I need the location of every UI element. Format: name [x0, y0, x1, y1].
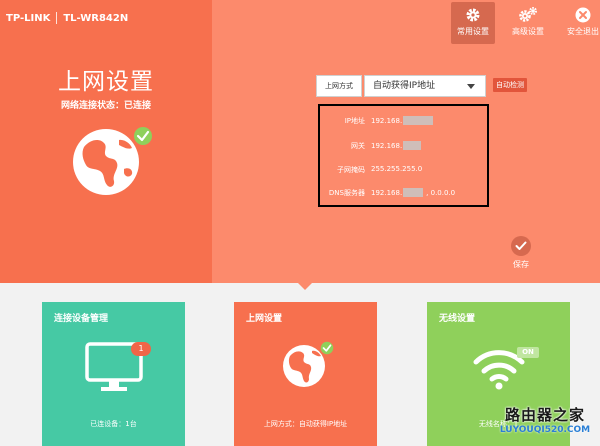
nav-label: 安全退出 [567, 27, 599, 36]
tp-link-logo: TP-LINK [6, 12, 51, 24]
gateway-value: 192.168. [371, 141, 422, 150]
subnet-mask-label: 子网掩码 [337, 166, 365, 174]
nav-common-settings[interactable]: 常用设置 [451, 2, 495, 44]
save-label: 保存 [513, 260, 529, 269]
check-icon [511, 236, 531, 256]
card-device-management[interactable]: 连接设备管理 1 已连设备：1台 [42, 302, 185, 446]
dns-server-row: DNS服务器 192.168., 0.0.0.0 [320, 188, 487, 200]
card-footer: 已连设备：1台 [90, 420, 137, 428]
gear-icon [466, 8, 480, 22]
gears-icon [519, 7, 537, 22]
card-internet-settings[interactable]: 上网设置 上网方式：自动获得IP地址 [234, 302, 377, 446]
auto-detect-button[interactable]: 自动检测 [493, 78, 527, 92]
subnet-mask-value: 255.255.255.0 [371, 165, 423, 173]
ip-info-box: IP地址 192.168. 网关 192.168. 子网掩码 255.255.2… [318, 104, 489, 207]
connection-method-label: 上网方式 [316, 75, 362, 97]
nav-label: 常用设置 [457, 27, 489, 36]
dns-server-value: 192.168., 0.0.0.0 [371, 188, 456, 197]
ip-address-value: 192.168. [371, 116, 434, 125]
chevron-down-icon [467, 84, 475, 89]
connection-status: 网络连接状态：已连接 [60, 101, 151, 111]
nav-advanced-settings[interactable]: 高级设置 [506, 2, 550, 44]
page-title: 上网设置 [58, 69, 154, 95]
card-title: 上网设置 [246, 314, 283, 324]
globe-icon [283, 340, 335, 387]
card-footer: 上网方式：自动获得IP地址 [263, 420, 348, 428]
brand-divider [56, 12, 58, 24]
left-status-panel: TP-LINK TL-WR842N 上网设置 网络连接状态：已连接 [0, 0, 212, 283]
connection-method-select[interactable]: 自动获得IP地址 [364, 75, 486, 97]
brand: TP-LINK TL-WR842N [6, 12, 128, 24]
masked-value [403, 116, 434, 125]
globe-check-icon [73, 125, 154, 195]
watermark-title: 路由器之家 [504, 406, 585, 424]
card-title: 无线设置 [439, 314, 476, 324]
ip-address-label: IP地址 [344, 117, 365, 125]
close-icon [575, 7, 591, 23]
device-count-badge: 1 [131, 342, 151, 356]
gateway-row: 网关 192.168. [320, 141, 487, 153]
card-title: 连接设备管理 [54, 314, 109, 324]
router-admin-page: TP-LINK TL-WR842N 上网设置 网络连接状态：已连接 常用设置 高… [0, 0, 600, 446]
masked-value [403, 188, 424, 197]
gateway-label: 网关 [351, 142, 365, 150]
ip-address-row: IP地址 192.168. [320, 116, 487, 128]
wifi-on-badge: ON [517, 347, 539, 358]
active-card-pointer [298, 283, 312, 290]
subnet-mask-row: 子网掩码 255.255.255.0 [320, 165, 487, 177]
site-watermark: 路由器之家 LUYOUQI520.COM [490, 404, 600, 435]
watermark-url: LUYOUQI520.COM [499, 425, 591, 435]
dns-server-label: DNS服务器 [328, 189, 365, 197]
nav-logout[interactable]: 安全退出 [561, 2, 600, 44]
masked-value [403, 141, 422, 150]
model-name: TL-WR842N [63, 12, 129, 24]
connection-method-value: 自动获得IP地址 [373, 81, 436, 91]
save-button[interactable]: 保存 [506, 236, 536, 270]
nav-label: 高级设置 [512, 27, 544, 36]
